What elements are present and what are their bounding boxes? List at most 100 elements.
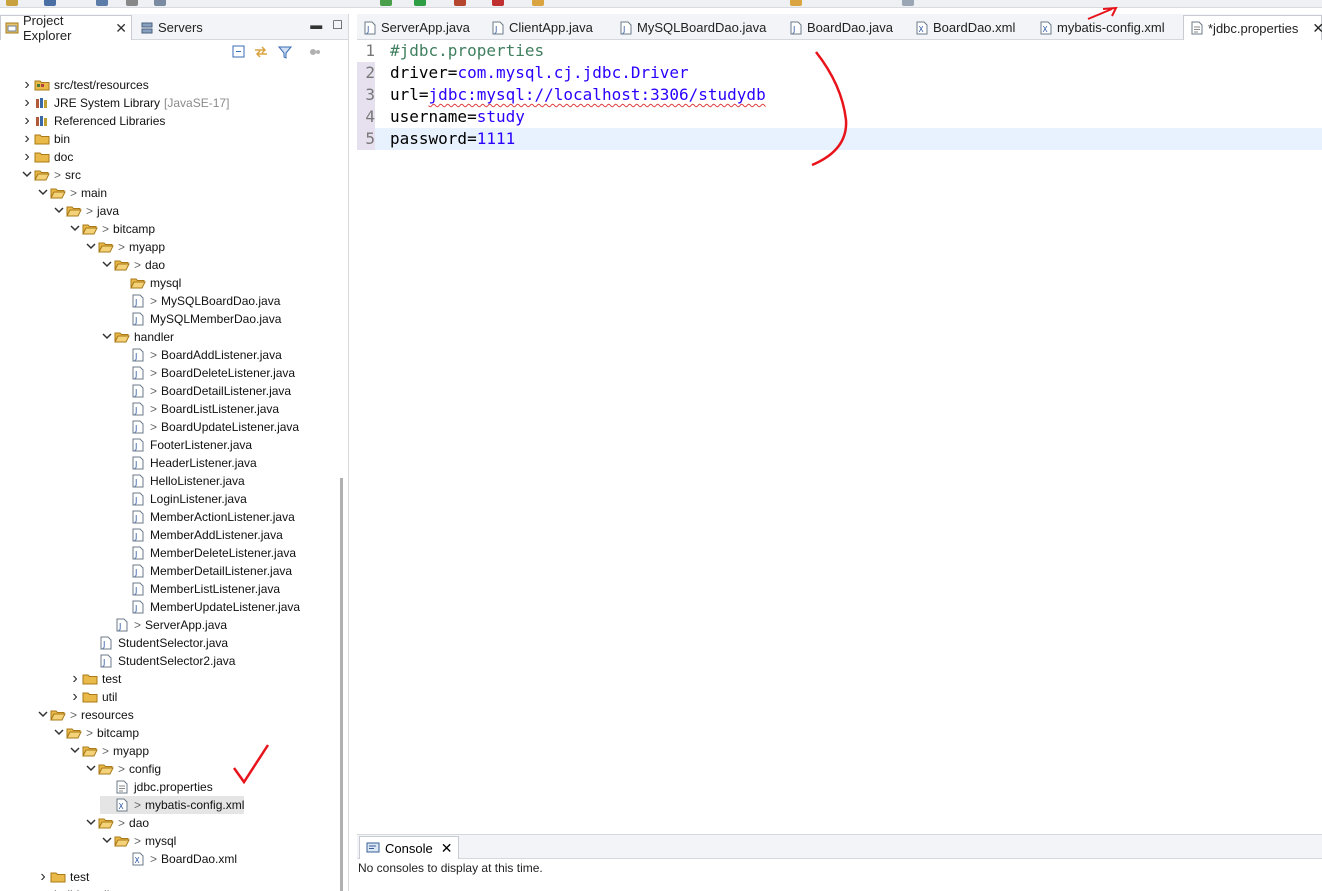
- tree-item[interactable]: › util: [68, 688, 117, 706]
- editor-tab[interactable]: J BoardDao.java: [783, 15, 905, 40]
- editor-tab[interactable]: Xmybatis-config.xml: [1033, 15, 1179, 40]
- editor-tab[interactable]: J ServerApp.java: [357, 15, 481, 40]
- nav-forward-icon[interactable]: [790, 0, 802, 6]
- tree-item[interactable]: J MySQLMemberDao.java: [116, 310, 281, 328]
- chevron-right-icon[interactable]: ›: [20, 130, 34, 148]
- chevron-right-icon[interactable]: ›: [68, 670, 82, 688]
- chevron-right-icon[interactable]: ›: [36, 868, 50, 886]
- tree-item[interactable]: handler: [100, 328, 174, 346]
- tree-item[interactable]: › Referenced Libraries: [20, 112, 165, 130]
- chevron-down-icon[interactable]: [68, 222, 82, 236]
- debug-icon[interactable]: [380, 0, 392, 6]
- chevron-right-icon[interactable]: ›: [68, 688, 82, 706]
- open-folder-icon[interactable]: [532, 0, 544, 6]
- tree-item[interactable]: J MemberUpdateListener.java: [116, 598, 300, 616]
- new-icon[interactable]: [6, 0, 18, 6]
- tree-item[interactable]: build.gradle: [20, 886, 116, 891]
- link-editor-icon[interactable]: [254, 45, 268, 59]
- tree-item[interactable]: J > BoardUpdateListener.java: [116, 418, 299, 436]
- chevron-right-icon[interactable]: ›: [20, 76, 34, 94]
- close-icon[interactable]: ✕: [441, 840, 453, 857]
- chevron-right-icon[interactable]: ›: [20, 94, 34, 112]
- tree-item[interactable]: › doc: [20, 148, 73, 166]
- tab-console[interactable]: Console ✕: [359, 836, 460, 859]
- chevron-down-icon[interactable]: [100, 258, 114, 272]
- editor-tab[interactable]: *jdbc.properties ✕: [1183, 15, 1322, 40]
- tree-item[interactable]: > dao: [100, 256, 165, 274]
- tree-item[interactable]: J LoginListener.java: [116, 490, 247, 508]
- tree-item[interactable]: J > BoardDeleteListener.java: [116, 364, 295, 382]
- tree-item[interactable]: J HeaderListener.java: [116, 454, 257, 472]
- chevron-down-icon[interactable]: [84, 240, 98, 254]
- save-icon[interactable]: [44, 0, 56, 6]
- tree-item[interactable]: › src/test/resources: [20, 76, 148, 94]
- chevron-down-icon[interactable]: [84, 816, 98, 830]
- tree-item[interactable]: > dao: [84, 814, 149, 832]
- tree-item[interactable]: J StudentSelector.java: [84, 634, 228, 652]
- chevron-down-icon[interactable]: [36, 708, 50, 722]
- chevron-down-icon[interactable]: [68, 744, 82, 758]
- tab-servers[interactable]: Servers: [136, 15, 226, 40]
- tree-item[interactable]: X > mybatis-config.xml: [100, 796, 245, 814]
- tree-item[interactable]: J HelloListener.java: [116, 472, 245, 490]
- tree-item[interactable]: J > MySQLBoardDao.java: [116, 292, 280, 310]
- code-line[interactable]: 4 username=study: [357, 106, 1322, 128]
- run-icon[interactable]: [414, 0, 426, 6]
- tree-item[interactable]: › JRE System Library [JavaSE-17]: [20, 94, 229, 112]
- code-line[interactable]: 1 #jdbc.properties: [365, 40, 1322, 62]
- tree-item[interactable]: J MemberDeleteListener.java: [116, 544, 296, 562]
- tree-item[interactable]: > myapp: [68, 742, 149, 760]
- tree-item[interactable]: jdbc.properties: [100, 778, 213, 796]
- tree-item[interactable]: > resources: [36, 706, 134, 724]
- tree-item[interactable]: J > BoardDetailListener.java: [116, 382, 291, 400]
- code-line[interactable]: 5 password=1111: [357, 128, 1322, 150]
- tree-item[interactable]: J > BoardListListener.java: [116, 400, 279, 418]
- editor-tab[interactable]: J ClientApp.java: [485, 15, 609, 40]
- filter-icon[interactable]: [277, 45, 293, 59]
- view-menu-icon[interactable]: [308, 45, 322, 59]
- tree-item[interactable]: › test: [68, 670, 121, 688]
- external-tools-icon[interactable]: [454, 0, 466, 6]
- editor-tab[interactable]: X BoardDao.xml: [909, 15, 1029, 40]
- code-line[interactable]: 2 driver=com.mysql.cj.jdbc.Driver: [357, 62, 1322, 84]
- chevron-down-icon[interactable]: [100, 330, 114, 344]
- tree-item[interactable]: > java: [52, 202, 119, 220]
- chevron-down-icon[interactable]: [52, 204, 66, 218]
- tree-item[interactable]: > src: [20, 166, 81, 184]
- tree-item[interactable]: J MemberAddListener.java: [116, 526, 283, 544]
- tree-item[interactable]: > myapp: [84, 238, 165, 256]
- stop-icon[interactable]: [492, 0, 504, 6]
- minimize-icon[interactable]: ▬: [310, 18, 322, 32]
- chevron-right-icon[interactable]: ›: [20, 148, 34, 166]
- tree-item[interactable]: J StudentSelector2.java: [84, 652, 235, 670]
- search-icon[interactable]: [126, 0, 138, 6]
- tree-item[interactable]: J MemberListListener.java: [116, 580, 280, 598]
- tree-item[interactable]: > bitcamp: [52, 724, 139, 742]
- editor-text-area[interactable]: 1 #jdbc.properties 2 driver=com.mysql.cj.jd…: [357, 40, 1322, 812]
- tree-item[interactable]: J > ServerApp.java: [100, 616, 227, 634]
- perspective-icon[interactable]: [902, 0, 914, 6]
- tree-item[interactable]: mysql: [116, 274, 181, 292]
- left-scrollbar[interactable]: [340, 478, 343, 891]
- collapse-all-icon[interactable]: [232, 45, 246, 59]
- step-icon[interactable]: [154, 0, 166, 6]
- tree-item[interactable]: J FooterListener.java: [116, 436, 252, 454]
- chevron-down-icon[interactable]: [20, 168, 34, 182]
- tree-item[interactable]: J > BoardAddListener.java: [116, 346, 282, 364]
- close-icon[interactable]: ✕: [1312, 20, 1322, 37]
- terminal-icon[interactable]: [96, 0, 108, 6]
- tree-item[interactable]: › test: [36, 868, 89, 886]
- tree-item[interactable]: X > BoardDao.xml: [116, 850, 237, 868]
- tree-item[interactable]: > bitcamp: [68, 220, 155, 238]
- chevron-down-icon[interactable]: [52, 726, 66, 740]
- chevron-down-icon[interactable]: [36, 186, 50, 200]
- tab-project-explorer[interactable]: Project Explorer ✕: [0, 14, 132, 43]
- editor-tab[interactable]: J MySQLBoardDao.java: [613, 15, 779, 40]
- tree-item[interactable]: > main: [36, 184, 107, 202]
- chevron-right-icon[interactable]: ›: [20, 112, 34, 130]
- chevron-down-icon[interactable]: [100, 834, 114, 848]
- tree-item[interactable]: J MemberDetailListener.java: [116, 562, 292, 580]
- close-icon[interactable]: ✕: [115, 20, 127, 37]
- maximize-icon[interactable]: ☐: [332, 18, 343, 32]
- tree-item[interactable]: > mysql: [100, 832, 176, 850]
